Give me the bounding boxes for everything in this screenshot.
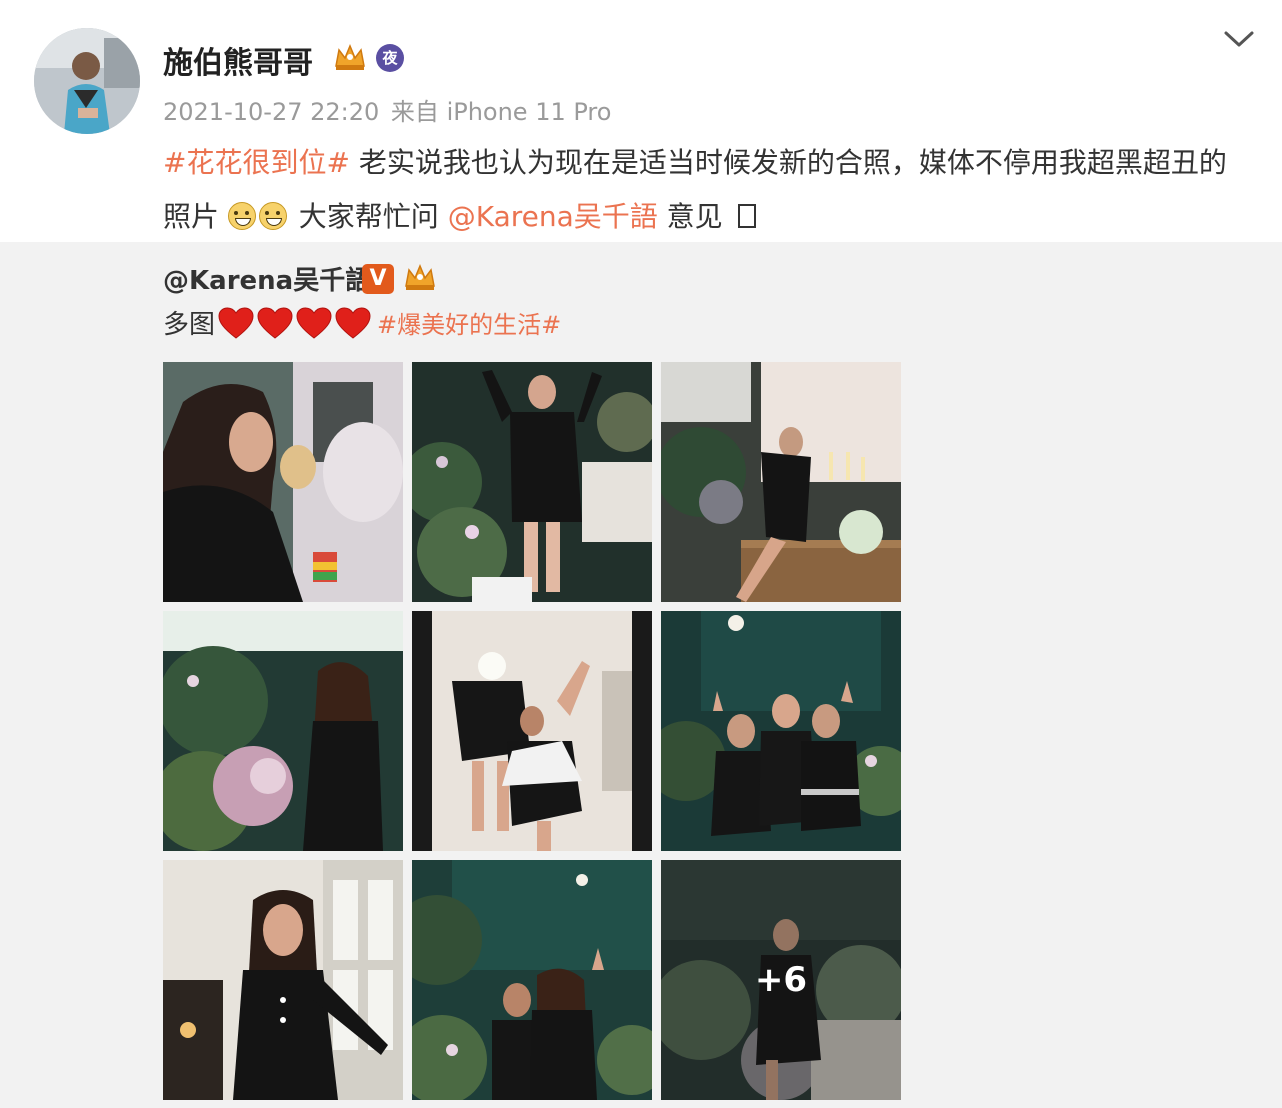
red-heart-icon bbox=[335, 306, 371, 339]
topic-hashtag[interactable]: #花花很到位# bbox=[163, 146, 350, 179]
photo-thumbnail[interactable] bbox=[412, 362, 652, 602]
photo-thumbnail[interactable] bbox=[661, 362, 901, 602]
post-text-3: 意见 bbox=[657, 200, 732, 233]
photo-thumbnail[interactable] bbox=[412, 611, 652, 851]
laughing-emoji-icon bbox=[258, 202, 287, 230]
laughing-emoji-icon bbox=[227, 202, 256, 230]
red-heart-icon bbox=[218, 306, 254, 339]
crown-badge-icon[interactable] bbox=[403, 262, 437, 292]
user-mention[interactable]: @Karena吴千語 bbox=[448, 200, 658, 233]
original-text-label: 多图 bbox=[163, 310, 216, 340]
missing-glyph-icon bbox=[737, 204, 756, 228]
original-text: 多图 #爆美好的生活# bbox=[163, 304, 561, 341]
post-timestamp[interactable]: 2021-10-27 22:20 bbox=[163, 98, 379, 126]
reposted-content: @Karena吴千語 V 多图 #爆美好的生活# +6 bbox=[0, 242, 1282, 1108]
post-content: #花花很到位# 老实说我也认为现在是适当时候发新的合照，媒体不停用我超黑超丑的照… bbox=[163, 136, 1253, 244]
night-badge-icon[interactable]: 夜 bbox=[376, 44, 404, 72]
photo-thumbnail[interactable] bbox=[163, 611, 403, 851]
topic-hashtag[interactable]: #爆美好的生活# bbox=[377, 305, 561, 340]
chevron-down-icon[interactable] bbox=[1222, 28, 1256, 50]
image-grid: +6 bbox=[163, 362, 903, 1102]
post-text-2: 大家帮忙问 bbox=[289, 200, 448, 233]
username[interactable]: 施伯熊哥哥 bbox=[163, 38, 313, 82]
crown-badge-icon[interactable] bbox=[333, 42, 367, 72]
red-heart-icon bbox=[296, 306, 332, 339]
photo-thumbnail[interactable] bbox=[163, 860, 403, 1100]
source-prefix: 来自 bbox=[390, 98, 439, 126]
verified-badge-icon: V bbox=[362, 264, 394, 294]
photo-thumbnail[interactable] bbox=[163, 362, 403, 602]
hearts bbox=[217, 306, 373, 340]
post-header: 施伯熊哥哥 夜 2021-10-27 22:20 来自 iPhone 11 Pr… bbox=[0, 0, 1282, 242]
source-device: iPhone 11 Pro bbox=[446, 98, 612, 126]
weibo-post: 施伯熊哥哥 夜 2021-10-27 22:20 来自 iPhone 11 Pr… bbox=[0, 0, 1282, 1108]
red-heart-icon bbox=[257, 306, 293, 339]
avatar[interactable] bbox=[34, 28, 140, 134]
original-author[interactable]: @Karena吴千語 bbox=[163, 260, 371, 297]
post-meta: 2021-10-27 22:20 来自 iPhone 11 Pro bbox=[163, 92, 611, 127]
photo-thumbnail[interactable] bbox=[412, 860, 652, 1100]
photo-thumbnail[interactable] bbox=[661, 611, 901, 851]
more-photos-count: +6 bbox=[661, 860, 901, 1100]
night-badge-label: 夜 bbox=[382, 49, 398, 67]
verified-label: V bbox=[369, 266, 387, 291]
more-photos-thumbnail[interactable]: +6 bbox=[661, 860, 901, 1100]
